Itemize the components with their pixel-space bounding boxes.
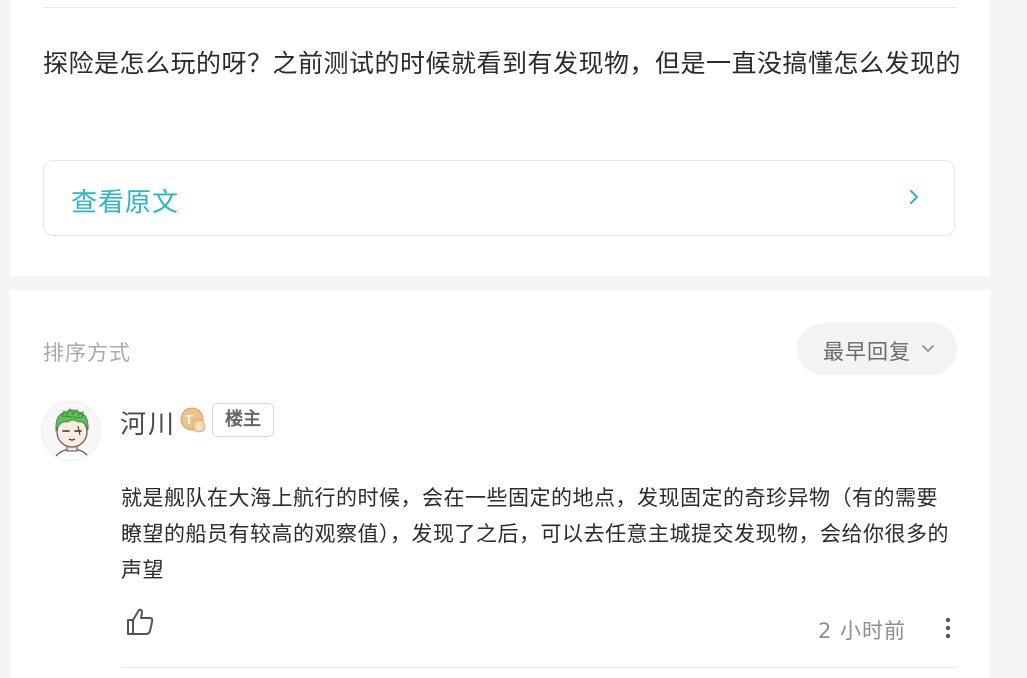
page: 探险是怎么玩的呀？之前测试的时候就看到有发现物，但是一直没搞懂怎么发现的 查看原… [0,0,1027,678]
sort-label: 排序方式 [43,341,131,365]
post-card: 探险是怎么玩的呀？之前测试的时候就看到有发现物，但是一直没搞懂怎么发现的 查看原… [10,0,990,276]
username[interactable]: 河川 [120,404,176,441]
sort-dropdown[interactable]: 最早回复 [797,323,957,375]
view-original-label: 查看原文 [71,188,180,218]
divider [43,7,957,8]
op-badge: 楼主 [212,403,274,437]
divider [121,667,957,668]
chevron-down-icon [922,345,934,352]
avatar[interactable] [41,401,101,461]
avatar-image [42,402,100,460]
comment-text: 就是舰队在大海上航行的时候，会在一些固定的地点，发现固定的奇珍异物（有的需要瞭望… [121,486,949,582]
comment-timestamp: 2 小时前 [818,619,907,643]
post-body-text: 探险是怎么玩的呀？之前测试的时候就看到有发现物，但是一直没搞懂怎么发现的 [43,49,962,78]
view-original-button[interactable]: 查看原文 [43,160,955,236]
comments-card: 排序方式 最早回复 河川 T 5 楼主 就是舰队在大海上航行的时候，会在一些固定… [10,290,990,678]
chevron-right-icon [910,190,918,204]
thumbs-up-icon[interactable] [124,606,156,638]
level-badge-icon: T 5 [180,407,206,433]
sort-selected-value: 最早回复 [823,340,911,364]
level-badge-letter: T [185,412,193,427]
level-badge-number: 5 [197,423,202,432]
more-vertical-icon[interactable] [944,616,952,640]
